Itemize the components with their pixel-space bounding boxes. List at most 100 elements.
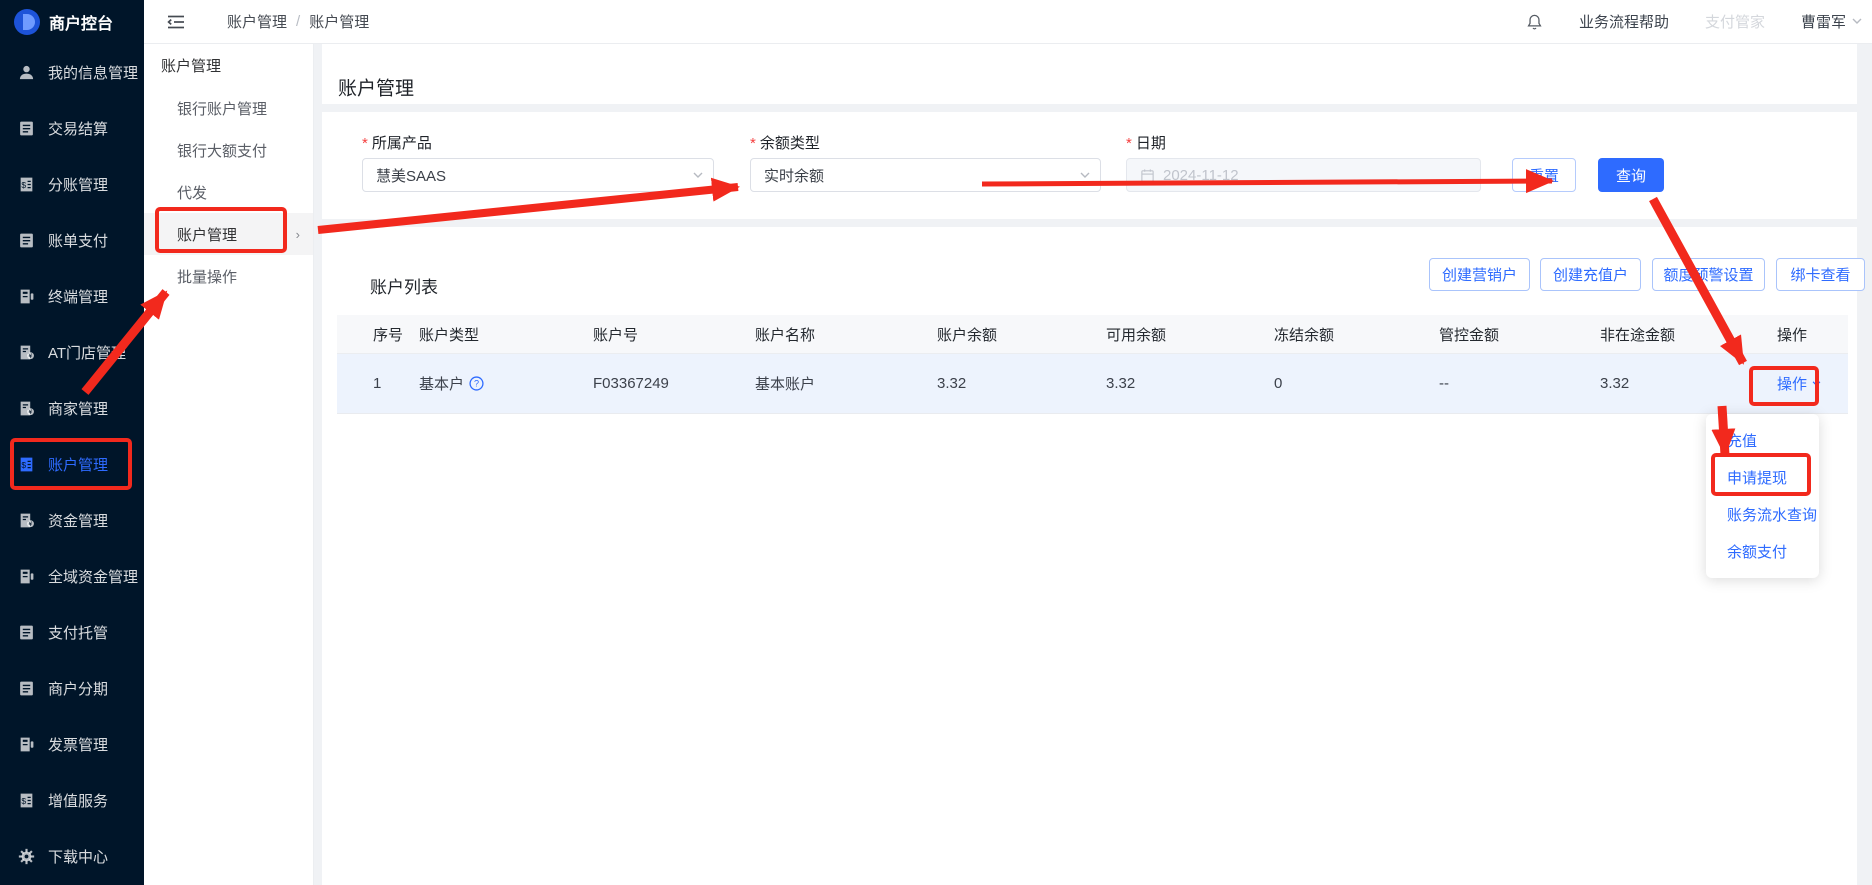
page-title: 账户管理 [338, 73, 414, 100]
sidebar-item-label: 终端管理 [48, 286, 108, 307]
list-icon [18, 680, 35, 697]
help-link[interactable]: 业务流程帮助 [1579, 11, 1669, 32]
chevron-right-icon: › [296, 227, 300, 242]
sidebar-item-label: 交易结算 [48, 118, 108, 139]
create-recharge-account-button[interactable]: 创建充值户 [1540, 258, 1641, 291]
breadcrumb-item[interactable]: 账户管理 [309, 11, 369, 32]
column-header-account-type: 账户类型 [383, 324, 557, 345]
chevron-down-icon [1080, 172, 1090, 179]
sidebar-item-my-info[interactable]: 我的信息管理 [0, 44, 144, 100]
submenu-item-account-mgmt[interactable]: 账户管理 › [144, 213, 313, 255]
product-label: *所属产品 [362, 132, 432, 153]
table-header-row: 序号 账户类型 账户号 账户名称 账户余额 可用余额 冻结余额 管控金额 非在途… [337, 315, 1848, 354]
row-action-link[interactable]: 操作 [1777, 373, 1821, 394]
chevron-down-icon [1812, 381, 1821, 387]
svg-text:¥: ¥ [29, 521, 33, 528]
cell-account-type: 基本户 ? [383, 373, 557, 394]
menu-item-balance-pay[interactable]: 余额支付 [1706, 533, 1819, 570]
query-button[interactable]: 查询 [1598, 158, 1664, 192]
menu-item-flow-query[interactable]: 账务流水查询 [1706, 496, 1819, 533]
account-table: 序号 账户类型 账户号 账户名称 账户余额 可用余额 冻结余额 管控金额 非在途… [337, 315, 1848, 414]
cell-control: -- [1403, 375, 1564, 392]
sidebar-item-funds-mgmt[interactable]: ¥ 资金管理 [0, 492, 144, 548]
submenu-item-bank-large-pay[interactable]: 银行大额支付 [144, 129, 313, 171]
required-mark: * [1126, 135, 1132, 152]
svg-text:$: $ [21, 179, 26, 189]
sidebar-item-label: 支付托管 [48, 622, 108, 643]
table-row: 1 基本户 ? F03367249 基本账户 3.32 3.32 0 -- 3.… [337, 354, 1848, 414]
svg-text:?: ? [474, 379, 479, 389]
menu-item-recharge[interactable]: 充值 [1706, 422, 1819, 459]
svg-text:¥: ¥ [29, 409, 33, 416]
reset-button[interactable]: 重置 [1512, 158, 1576, 192]
menu-item-withdraw-request[interactable]: 申请提现 [1706, 459, 1819, 496]
secondary-sidebar: 账户管理 银行账户管理 银行大额支付 代发 账户管理 › 批量操作 [144, 43, 314, 885]
required-mark: * [750, 135, 756, 152]
balance-type-label: *余额类型 [750, 132, 820, 153]
column-header-available: 可用余额 [1070, 324, 1238, 345]
submenu-item-payout[interactable]: 代发 [144, 171, 313, 213]
column-header-action: 操作 [1741, 324, 1848, 345]
create-marketing-account-button[interactable]: 创建营销户 [1429, 258, 1530, 291]
sidebar-item-label: 我的信息管理 [48, 62, 138, 83]
submenu-item-bank-account[interactable]: 银行账户管理 [144, 87, 313, 129]
row-action-dropdown: 充值 申请提现 账务流水查询 余额支付 [1706, 414, 1819, 578]
user-icon [18, 64, 35, 81]
cell-non-transit: 3.32 [1564, 375, 1741, 392]
sidebar-item-global-funds[interactable]: 全域资金管理 [0, 548, 144, 604]
sidebar-item-split-ledger[interactable]: $ 分账管理 [0, 156, 144, 212]
sidebar-item-invoice-mgmt[interactable]: 发票管理 [0, 716, 144, 772]
sidebar-item-label: 全域资金管理 [48, 566, 138, 587]
column-header-account-no: 账户号 [557, 324, 719, 345]
sidebar-item-trade-settle[interactable]: 交易结算 [0, 100, 144, 156]
cell-action: 操作 [1741, 373, 1848, 394]
chevron-down-icon [693, 172, 703, 179]
cell-balance: 3.32 [901, 375, 1070, 392]
collapse-menu-icon[interactable] [167, 14, 185, 30]
card-binding-view-button[interactable]: 绑卡查看 [1776, 258, 1865, 291]
page-header-card: 账户管理 [322, 44, 1857, 104]
product-select[interactable]: 慧美SAAS [362, 158, 714, 192]
submenu-item-batch-ops[interactable]: 批量操作 [144, 255, 313, 297]
dollar-list-icon: $ [18, 176, 35, 193]
sidebar-item-download-center[interactable]: 下载中心 [0, 828, 144, 884]
svg-text:$: $ [21, 459, 26, 469]
column-header-balance: 账户余额 [901, 324, 1070, 345]
sidebar-item-value-added[interactable]: $ 增值服务 [0, 772, 144, 828]
sidebar-item-terminal[interactable]: 终端管理 [0, 268, 144, 324]
bell-icon[interactable] [1526, 13, 1543, 31]
account-list-title: 账户列表 [370, 273, 438, 298]
pay-assistant-link[interactable]: 支付管家 [1705, 11, 1765, 32]
balance-type-select[interactable]: 实时余额 [750, 158, 1101, 192]
app-logo-icon [14, 9, 40, 35]
list-icon [18, 624, 35, 641]
sidebar-item-label: 资金管理 [48, 510, 108, 531]
sidebar-item-at-store[interactable]: ¥ AT门店管理 [0, 324, 144, 380]
app-logo: 商户控台 [0, 0, 144, 44]
sidebar-item-merchant-installment[interactable]: 商户分期 [0, 660, 144, 716]
sidebar-item-account-mgmt[interactable]: $ 账户管理 [0, 436, 144, 492]
user-name: 曹雷军 [1801, 11, 1846, 32]
store-icon: ¥ [18, 344, 35, 361]
sidebar-item-merchant-mgmt[interactable]: ¥ 商家管理 [0, 380, 144, 436]
user-menu[interactable]: 曹雷军 [1801, 11, 1862, 32]
sidebar-item-label: 下载中心 [48, 846, 108, 867]
store-icon: ¥ [18, 512, 35, 529]
list-icon [18, 120, 35, 137]
terminal-icon [18, 568, 35, 585]
sidebar-item-label: 商家管理 [48, 398, 108, 419]
submenu-section-account-mgmt[interactable]: 账户管理 [144, 43, 313, 87]
column-header-control: 管控金额 [1403, 324, 1564, 345]
sidebar-item-bill-pay[interactable]: 账单支付 [0, 212, 144, 268]
sidebar-item-pay-trusteeship[interactable]: 支付托管 [0, 604, 144, 660]
breadcrumb-item[interactable]: 账户管理 [227, 11, 287, 32]
date-label: *日期 [1126, 132, 1166, 153]
sidebar-item-label: 增值服务 [48, 790, 108, 811]
gear-icon [18, 848, 35, 865]
primary-sidebar: 商户控台 我的信息管理 交易结算 $ 分账管理 账单支付 终端管理 ¥ AT门店… [0, 0, 144, 885]
question-circle-icon[interactable]: ? [469, 376, 484, 391]
column-header-seq: 序号 [337, 324, 383, 345]
column-header-non-transit: 非在途金额 [1564, 324, 1741, 345]
date-input[interactable]: 2024-11-12 [1126, 158, 1481, 192]
quota-warning-settings-button[interactable]: 额度预警设置 [1652, 258, 1765, 291]
